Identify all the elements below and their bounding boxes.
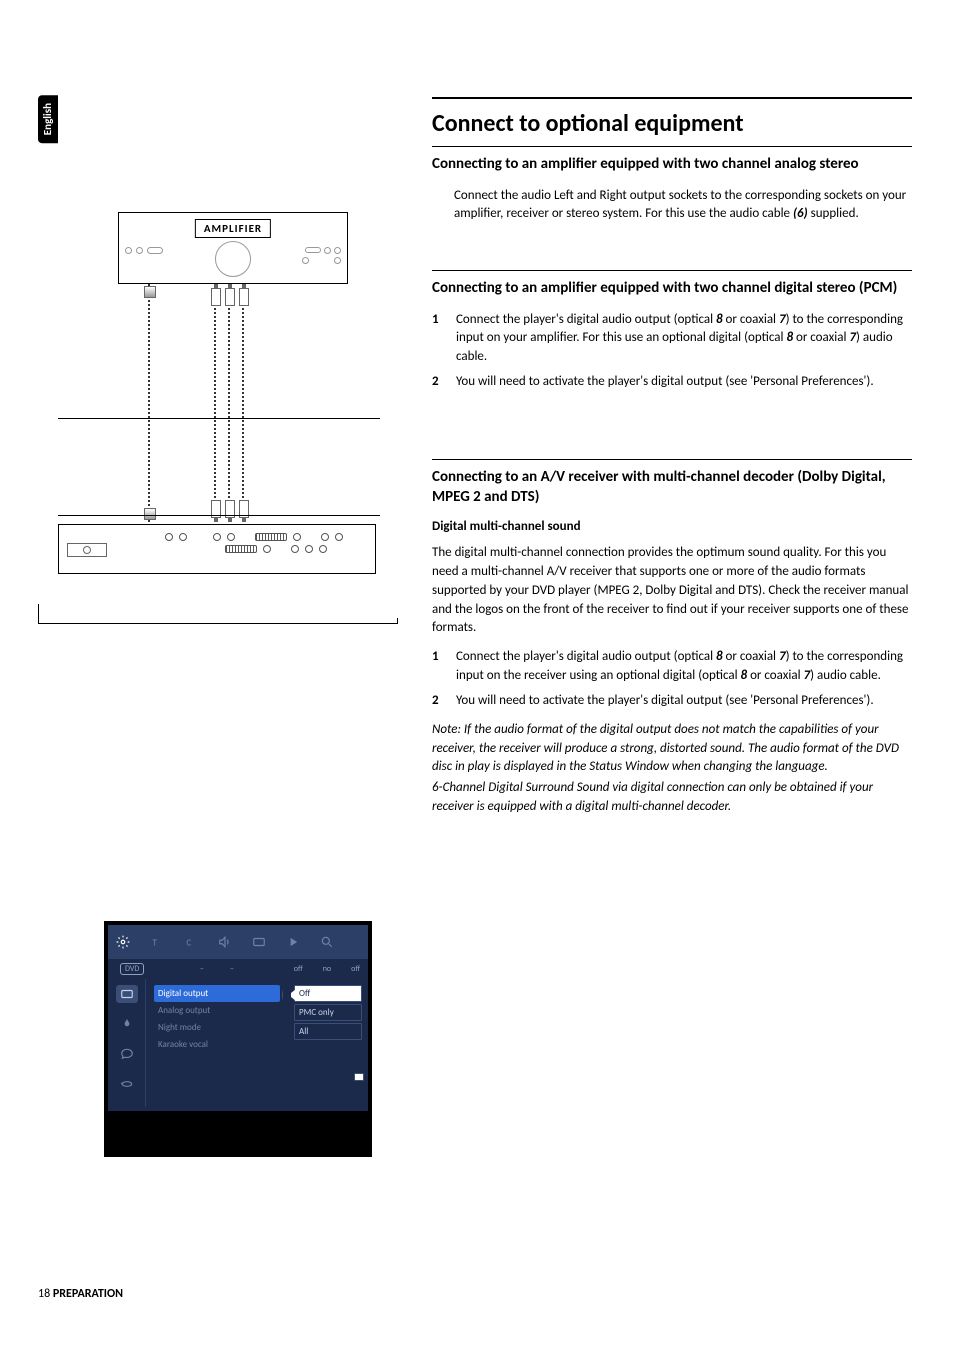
cable-icon [214, 284, 216, 522]
svg-text:T: T [152, 937, 157, 949]
menu-item: Night mode [154, 1019, 280, 1036]
socket-ref: 7 [779, 649, 786, 664]
list-item: 2You will need to activate the player's … [432, 373, 912, 392]
option-item: All [294, 1023, 362, 1040]
amplifier-label: AMPLIFIER [195, 219, 271, 238]
section-analog-stereo: Connecting to an amplifier equipped with… [432, 146, 912, 224]
amplifier-sockets-left [125, 247, 163, 254]
section-digital-stereo: Connecting to an amplifier equipped with… [432, 270, 912, 398]
osd-menu: Digital output Analog output Night mode … [146, 979, 288, 1107]
page-number: 18 [38, 1287, 50, 1301]
language-tab: English [38, 95, 58, 143]
status-value: off [351, 964, 360, 974]
settings-icon [116, 935, 130, 949]
video-tab-icon [116, 985, 138, 1003]
osd-left-nav [108, 979, 146, 1107]
audio-tab-icon [116, 1015, 138, 1033]
text: ) audio cable. [810, 668, 881, 683]
body-text: The digital multi-channel connection pro… [432, 544, 912, 638]
osd-options: Off PMC only All [288, 979, 368, 1107]
text: You will need to activate the player's d… [456, 374, 874, 389]
subtitle-icon [252, 935, 266, 949]
nav-hint-icon [354, 1073, 364, 1081]
section-multichannel: Connecting to an A/V receiver with multi… [432, 459, 912, 817]
list-item: 1 Connect the player's digital audio out… [432, 648, 912, 686]
sub-heading: Digital multi-channel sound [432, 519, 912, 534]
text: or coaxial [793, 330, 849, 345]
socket-ref: 8 [716, 649, 723, 664]
text: Connect the player's digital audio outpu… [456, 649, 716, 664]
diagram-frame [38, 604, 39, 618]
footer-section: PREPARATION [53, 1287, 123, 1301]
amplifier-knob-icon [215, 241, 251, 277]
language-tab-icon [116, 1045, 138, 1063]
title-icon: T [150, 935, 164, 949]
cable-area [118, 284, 348, 524]
text: supplied. [808, 206, 859, 221]
amplifier-box: AMPLIFIER [118, 212, 348, 284]
option-item: PMC only [294, 1004, 362, 1021]
osd-status-row: DVD –– off no off [108, 959, 368, 979]
osd-screenshot: T C DVD –– off no off Digital [104, 921, 372, 1157]
diagram-rule [58, 418, 380, 419]
text: You will need to activate the player's d… [456, 693, 874, 708]
section-heading: Connecting to an amplifier equipped with… [432, 146, 912, 175]
text: or coaxial [723, 312, 779, 327]
diagram-base [38, 618, 398, 624]
pointer-icon [282, 989, 296, 1001]
menu-item: Karaoke vocal [154, 1036, 280, 1053]
cable-icon [242, 284, 244, 522]
list-item: 2You will need to activate the player's … [432, 692, 912, 711]
diagram-rule [58, 515, 380, 516]
chapter-icon: C [184, 935, 198, 949]
option-item: Off [294, 985, 362, 1002]
status-value: no [323, 964, 331, 974]
menu-item: Analog output [154, 1002, 280, 1019]
disc-tray-icon [67, 543, 107, 557]
osd-topbar: T C [108, 925, 368, 959]
note-text: 6-Channel Digital Surround Sound via dig… [432, 779, 912, 817]
play-icon [286, 935, 300, 949]
note-text: Note: If the audio format of the digital… [432, 721, 912, 778]
cable-ref: (6) [793, 206, 808, 221]
disc-label: DVD [120, 963, 144, 975]
cable-icon [148, 284, 150, 522]
svg-text:C: C [186, 937, 191, 949]
dvd-player-box [58, 524, 376, 574]
text: or coaxial [723, 649, 779, 664]
page-title: Connect to optional equipment [432, 97, 912, 138]
list-item: 1 Connect the player's digital audio out… [432, 311, 912, 368]
text: Connect the player's digital audio outpu… [456, 312, 716, 327]
body-text: Connect the audio Left and Right output … [454, 187, 912, 225]
socket-ref: 8 [716, 312, 723, 327]
footer: 18 PREPARATION [38, 1287, 123, 1301]
wiring-diagram: AMPLIFIER [58, 212, 376, 612]
status-value: off [294, 964, 303, 974]
dvd-rear-panel [165, 533, 367, 567]
audio-icon [218, 935, 232, 949]
zoom-icon [320, 935, 334, 949]
features-tab-icon [116, 1075, 138, 1093]
section-heading: Connecting to an amplifier equipped with… [432, 270, 912, 299]
amplifier-sockets-right [302, 247, 341, 264]
section-heading: Connecting to an A/V receiver with multi… [432, 459, 912, 507]
text: or coaxial [747, 668, 803, 683]
socket-ref: 7 [779, 312, 786, 327]
cable-icon [228, 284, 230, 522]
menu-item: Digital output [154, 985, 280, 1002]
